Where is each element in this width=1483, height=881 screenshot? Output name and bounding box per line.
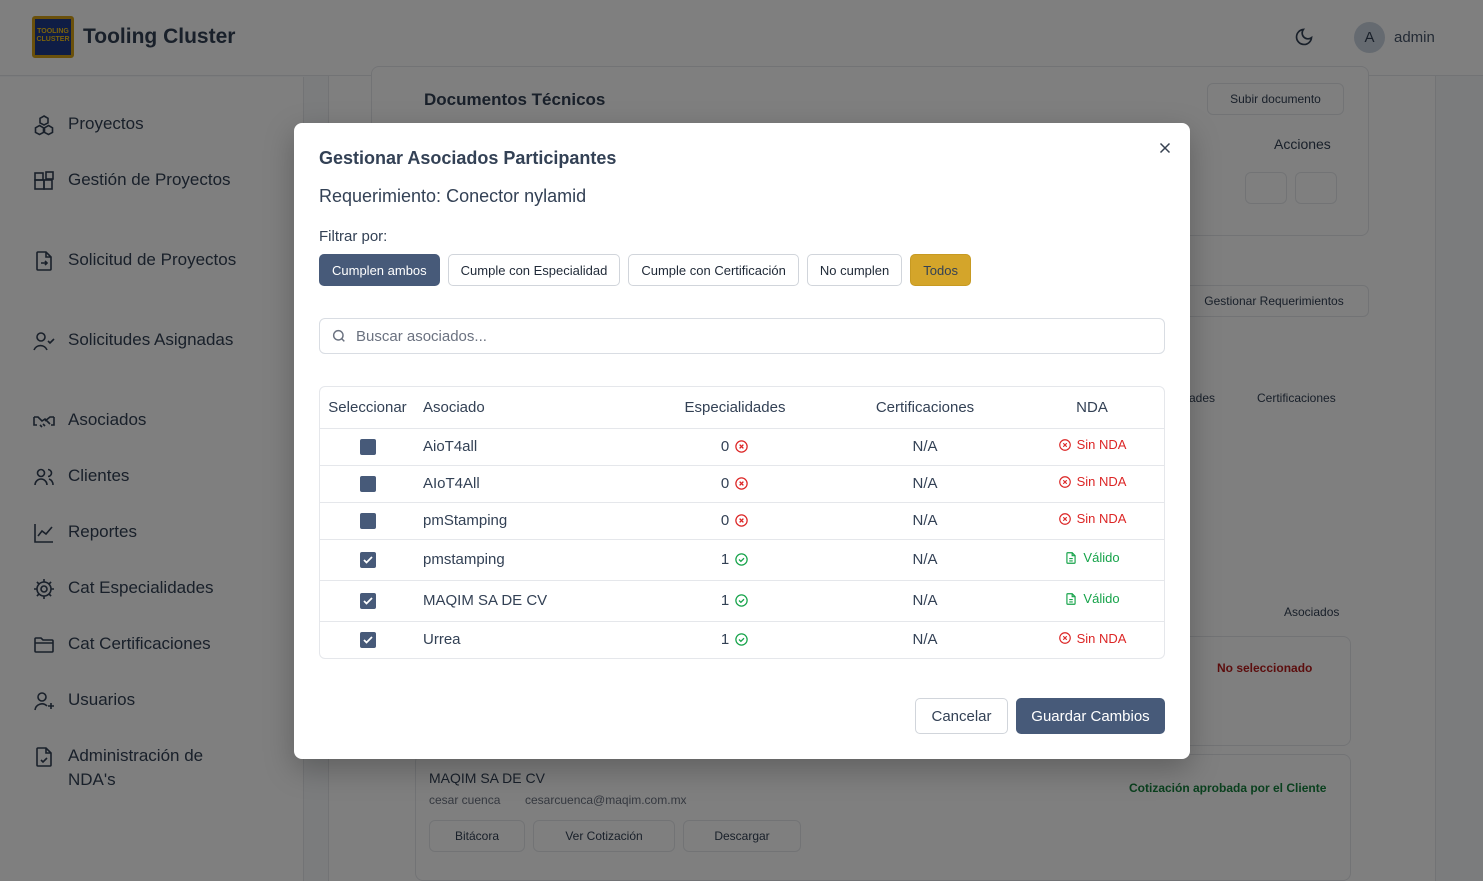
x-circle-icon xyxy=(1058,632,1071,644)
associate-name: MAQIM SA DE CV xyxy=(415,580,640,622)
row-checkbox[interactable] xyxy=(359,476,376,493)
close-icon[interactable] xyxy=(1156,139,1174,157)
cancel-button[interactable]: Cancelar xyxy=(915,698,1008,734)
associate-name: pmStamping xyxy=(415,502,640,540)
nda-cell: Sin NDA xyxy=(1020,621,1164,658)
column-header-especialidades: Especialidades xyxy=(640,387,830,429)
filter-no-cumplen[interactable]: No cumplen xyxy=(806,254,903,286)
row-checkbox[interactable] xyxy=(359,439,376,456)
nda-status-badge: Válido xyxy=(1064,591,1120,607)
column-header-certificaciones: Certificaciones xyxy=(830,387,1020,429)
table-row: Urrea 1 N/A Sin NDA xyxy=(320,621,1164,658)
x-circle-icon xyxy=(1058,438,1071,451)
select-cell xyxy=(320,539,415,581)
table-row: pmstamping 1 N/A Válido xyxy=(320,539,1164,581)
certificaciones-value: N/A xyxy=(830,428,1020,466)
especialidades-cell: 1 xyxy=(640,580,830,622)
especialidades-count: 1 xyxy=(720,551,730,568)
select-cell xyxy=(320,465,415,503)
nda-status-label: Sin NDA xyxy=(1076,511,1127,527)
table-header-row: Seleccionar Asociado Especialidades Cert… xyxy=(320,387,1164,429)
manage-associates-modal: Gestionar Asociados Participantes Requer… xyxy=(294,123,1190,759)
especialidades-count: 0 xyxy=(720,512,730,529)
select-cell xyxy=(320,502,415,540)
select-cell xyxy=(320,580,415,622)
row-checkbox[interactable] xyxy=(359,552,376,569)
column-header-seleccionar: Seleccionar xyxy=(320,387,415,429)
filter-cumple-certificacion[interactable]: Cumple con Certificación xyxy=(628,254,799,286)
nda-status-badge: Sin NDA xyxy=(1058,511,1127,527)
select-cell xyxy=(320,621,415,658)
nda-cell: Sin NDA xyxy=(1020,502,1164,540)
especialidades-count: 1 xyxy=(720,631,730,649)
file-text-icon xyxy=(1066,551,1077,564)
search-input[interactable] xyxy=(356,327,1136,345)
nda-status-label: Válido xyxy=(1083,550,1120,566)
save-changes-button[interactable]: Guardar Cambios xyxy=(1016,698,1165,734)
especialidades-count: 0 xyxy=(720,438,730,455)
x-circle-icon xyxy=(735,477,748,490)
nda-status-badge: Sin NDA xyxy=(1058,474,1127,490)
nda-status-label: Sin NDA xyxy=(1076,437,1127,453)
certificaciones-value: N/A xyxy=(830,502,1020,540)
x-circle-icon xyxy=(735,440,748,453)
check-circle-icon xyxy=(735,553,748,566)
x-circle-icon xyxy=(735,514,748,527)
especialidades-cell: 1 xyxy=(640,621,830,658)
search-icon xyxy=(332,329,345,342)
especialidades-count: 1 xyxy=(720,592,730,609)
associate-name: AioT4all xyxy=(415,428,640,466)
certificaciones-value: N/A xyxy=(912,631,938,649)
especialidades-cell: 0 xyxy=(640,502,830,540)
nda-status-badge: Sin NDA xyxy=(1058,630,1127,646)
row-checkbox[interactable] xyxy=(359,513,376,530)
check-icon xyxy=(362,636,373,645)
nda-status-badge: Válido xyxy=(1064,550,1120,566)
associates-table: Seleccionar Asociado Especialidades Cert… xyxy=(319,386,1165,659)
check-circle-icon xyxy=(735,594,748,607)
certificaciones-value: N/A xyxy=(830,539,1020,581)
filter-todos[interactable]: Todos xyxy=(910,254,971,286)
especialidades-cell: 0 xyxy=(640,428,830,466)
nda-status-badge: Sin NDA xyxy=(1058,437,1127,453)
associate-name: Urrea xyxy=(423,631,461,649)
filter-group: Cumplen ambos Cumple con Especialidad Cu… xyxy=(319,254,971,286)
table-row: AIoT4All 0 N/A Sin NDA xyxy=(320,465,1164,503)
select-cell xyxy=(320,428,415,466)
row-checkbox[interactable] xyxy=(359,593,376,610)
table-row: MAQIM SA DE CV 1 N/A Válido xyxy=(320,580,1164,622)
search-box xyxy=(319,318,1165,354)
nda-cell: Válido xyxy=(1020,580,1164,622)
especialidades-count: 0 xyxy=(720,475,730,492)
x-circle-icon xyxy=(1058,512,1071,525)
table-row: pmStamping 0 N/A Sin NDA xyxy=(320,502,1164,540)
nda-cell: Sin NDA xyxy=(1020,465,1164,503)
requirement-subtitle: Requerimiento: Conector nylamid xyxy=(319,186,587,206)
check-icon xyxy=(362,597,373,605)
associate-name: AIoT4All xyxy=(415,465,640,503)
especialidades-cell: 1 xyxy=(640,539,830,581)
column-header-nda: NDA xyxy=(1020,387,1164,429)
filter-cumplen-ambos[interactable]: Cumplen ambos xyxy=(319,254,440,286)
table-row: AioT4all 0 N/A Sin NDA xyxy=(320,428,1164,466)
file-text-icon xyxy=(1066,592,1077,605)
certificaciones-value: N/A xyxy=(830,465,1020,503)
filter-cumple-especialidad[interactable]: Cumple con Especialidad xyxy=(447,254,621,286)
filter-label: Filtrar por: xyxy=(319,228,388,245)
nda-status-label: Sin NDA xyxy=(1076,474,1127,490)
nda-cell: Válido xyxy=(1020,539,1164,581)
associate-name: pmstamping xyxy=(415,539,640,581)
modal-title: Gestionar Asociados Participantes xyxy=(319,148,617,168)
nda-status-label: Sin NDA xyxy=(1076,630,1127,646)
row-checkbox[interactable] xyxy=(359,632,376,649)
nda-cell: Sin NDA xyxy=(1020,428,1164,466)
column-header-asociado: Asociado xyxy=(415,387,640,429)
x-circle-icon xyxy=(1058,475,1071,488)
especialidades-cell: 0 xyxy=(640,465,830,503)
nda-status-label: Válido xyxy=(1083,591,1120,607)
check-icon xyxy=(362,556,373,564)
certificaciones-value: N/A xyxy=(830,580,1020,622)
check-circle-icon xyxy=(735,633,748,646)
